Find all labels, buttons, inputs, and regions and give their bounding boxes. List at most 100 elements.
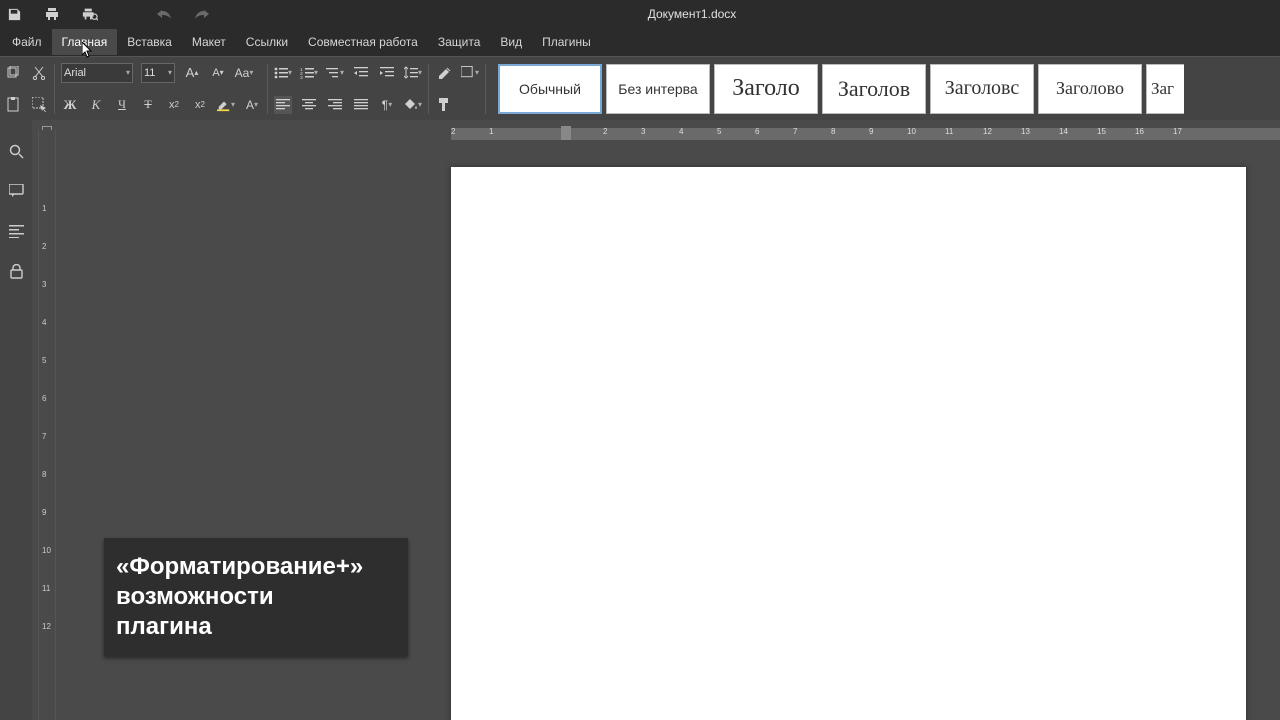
strikethrough-button[interactable]: Т <box>139 96 157 114</box>
ruler-tick: 15 <box>1097 127 1106 136</box>
ruler-tick: 10 <box>907 127 916 136</box>
menu-plugins[interactable]: Плагины <box>532 29 601 55</box>
document-page[interactable] <box>451 167 1246 720</box>
left-indent-marker-icon[interactable] <box>561 126 571 140</box>
svg-text:3: 3 <box>300 74 303 78</box>
menu-home[interactable]: Главная <box>52 29 118 55</box>
style-heading3[interactable]: Заголовс <box>930 64 1034 114</box>
print-preview-icon[interactable] <box>82 6 98 22</box>
style-gallery: Обычный Без интерва Заголо Заголов Загол… <box>498 61 1184 117</box>
ruler-tick: 13 <box>1021 127 1030 136</box>
menu-file[interactable]: Файл <box>2 29 52 55</box>
ruler-tick: 4 <box>42 318 46 327</box>
paste-icon[interactable] <box>4 96 22 114</box>
print-icon[interactable] <box>44 6 60 22</box>
menu-collaboration[interactable]: Совместная работа <box>298 29 428 55</box>
style-heading5[interactable]: Заг <box>1146 64 1184 114</box>
ruler-tick: 9 <box>869 127 873 136</box>
style-heading1[interactable]: Заголо <box>714 64 818 114</box>
style-heading4[interactable]: Заголово <box>1038 64 1142 114</box>
menu-view[interactable]: Вид <box>490 29 532 55</box>
comments-icon[interactable] <box>7 182 25 200</box>
font-size-value: 11 <box>144 67 155 79</box>
font-name-select[interactable]: Arial ▾ <box>61 63 133 83</box>
undo-icon[interactable] <box>156 6 172 22</box>
ruler-tick: 1 <box>42 204 46 213</box>
underline-button[interactable]: Ч <box>113 96 131 114</box>
ruler-tick: 10 <box>42 546 51 555</box>
ruler-tick: 2 <box>603 127 607 136</box>
chevron-down-icon: ▾ <box>168 68 172 77</box>
bullet-list-icon[interactable]: ▾ <box>274 64 292 82</box>
ruler-tick: 3 <box>42 280 46 289</box>
menu-layout[interactable]: Макет <box>182 29 236 55</box>
chevron-down-icon: ▾ <box>126 68 130 77</box>
decrease-indent-icon[interactable] <box>352 64 370 82</box>
style-no-spacing[interactable]: Без интерва <box>606 64 710 114</box>
caption-line-1: «Форматирование+» <box>116 552 396 582</box>
copy-icon[interactable] <box>4 64 22 82</box>
ruler-tick: 8 <box>42 470 46 479</box>
subscript-button[interactable]: x2 <box>191 96 209 114</box>
menu-protection[interactable]: Защита <box>428 29 491 55</box>
change-case-icon[interactable]: Aa▾ <box>235 64 253 82</box>
caption-overlay: «Форматирование+» возможности плагина <box>104 538 408 656</box>
ruler-tick: 5 <box>42 356 46 365</box>
multilevel-list-icon[interactable]: ▾ <box>326 64 344 82</box>
horizontal-ruler[interactable]: 211234567891011121314151617 <box>56 120 1280 142</box>
save-icon[interactable] <box>6 6 22 22</box>
align-right-icon[interactable] <box>326 96 344 114</box>
ruler-tick: 6 <box>42 394 46 403</box>
quick-access-toolbar <box>6 6 210 22</box>
align-center-icon[interactable] <box>300 96 318 114</box>
ruler-tick: 14 <box>1059 127 1068 136</box>
clear-formatting-icon[interactable] <box>435 64 453 82</box>
ruler-tick: 5 <box>717 127 721 136</box>
format-painter-icon[interactable] <box>435 96 453 114</box>
bold-button[interactable]: Ж <box>61 96 79 114</box>
menu-references[interactable]: Ссылки <box>236 29 298 55</box>
ruler-tick: 4 <box>679 127 683 136</box>
ruler-tick: 6 <box>755 127 759 136</box>
paragraph-mark-icon[interactable]: ¶▾ <box>378 96 396 114</box>
decrease-font-icon[interactable]: A▾ <box>209 64 227 82</box>
superscript-button[interactable]: x2 <box>165 96 183 114</box>
borders-icon[interactable]: ▾ <box>461 64 479 82</box>
ruler-tick: 11 <box>945 127 953 136</box>
caption-line-3: плагина <box>116 612 396 642</box>
lock-icon[interactable] <box>7 262 25 280</box>
headings-icon[interactable] <box>7 222 25 240</box>
select-all-icon[interactable] <box>30 96 48 114</box>
ruler-tick: 7 <box>42 432 46 441</box>
ruler-tick: 9 <box>42 508 46 517</box>
shading-icon[interactable]: ▾ <box>404 96 422 114</box>
ruler-tick: 16 <box>1135 127 1144 136</box>
ribbon-toolbar: Arial▾ 11▾ A▴ A▾ Aa▾ Ж К Ч Т x2 x2 ▾ A▾ … <box>0 56 1280 120</box>
font-color-button[interactable]: A▾ <box>243 96 261 114</box>
font-size-select[interactable]: 11 ▾ <box>141 63 175 83</box>
ruler-tick: 12 <box>42 622 51 631</box>
menu-insert[interactable]: Вставка <box>117 29 182 55</box>
search-icon[interactable] <box>7 142 25 160</box>
increase-indent-icon[interactable] <box>378 64 396 82</box>
font-name-value: Arial <box>64 67 86 79</box>
left-sidebar <box>0 120 32 720</box>
style-normal[interactable]: Обычный <box>498 64 602 114</box>
redo-icon[interactable] <box>194 6 210 22</box>
ruler-tick: 11 <box>42 584 50 593</box>
cut-icon[interactable] <box>30 64 48 82</box>
numbered-list-icon[interactable]: 123▾ <box>300 64 318 82</box>
style-heading2[interactable]: Заголов <box>822 64 926 114</box>
vertical-ruler[interactable]: 123456789101112 <box>38 130 56 720</box>
align-left-icon[interactable] <box>274 96 292 114</box>
ruler-tick: 8 <box>831 127 835 136</box>
ruler-tick: 17 <box>1173 127 1182 136</box>
line-spacing-icon[interactable]: ▾ <box>404 64 422 82</box>
align-justify-icon[interactable] <box>352 96 370 114</box>
italic-button[interactable]: К <box>87 96 105 114</box>
ruler-tick: 2 <box>42 242 46 251</box>
menu-bar: Файл Главная Вставка Макет Ссылки Совмес… <box>0 28 1280 56</box>
document-title: Документ1.docx <box>210 7 1174 21</box>
highlight-color-button[interactable]: ▾ <box>217 96 235 114</box>
increase-font-icon[interactable]: A▴ <box>183 64 201 82</box>
